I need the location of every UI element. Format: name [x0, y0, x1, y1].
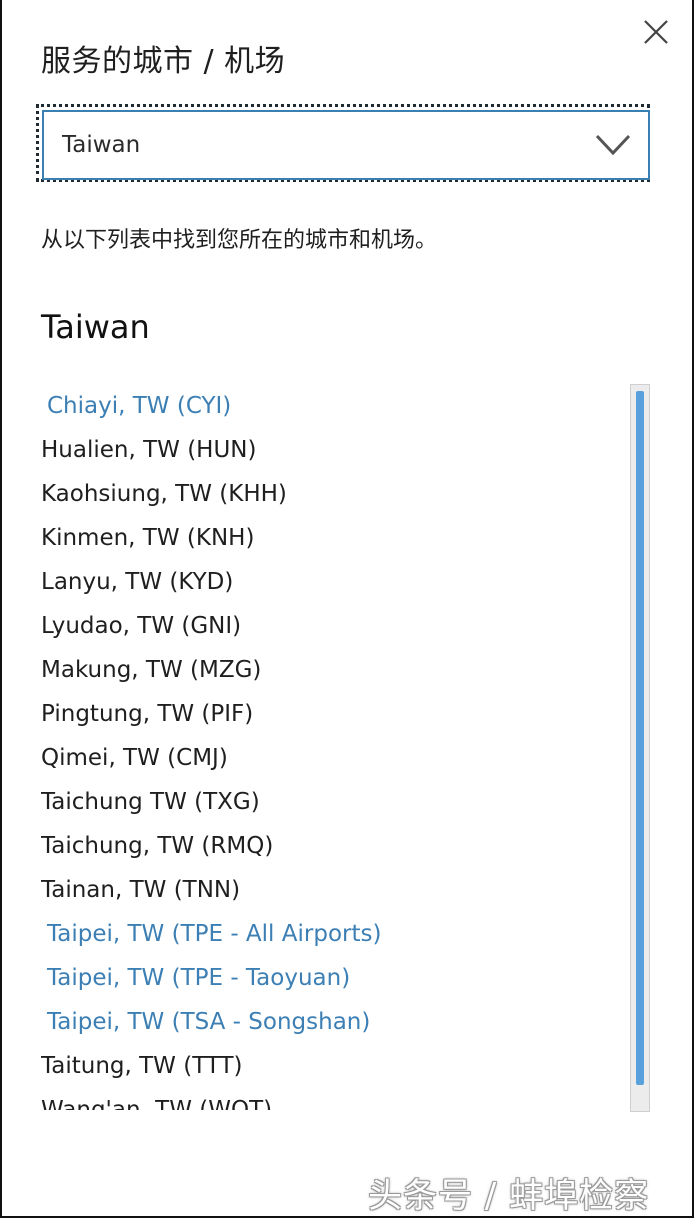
airport-list-item: Taichung, TW (RMQ): [41, 833, 274, 859]
hint-text: 从以下列表中找到您所在的城市和机场。: [41, 228, 438, 253]
airport-list-item: Kinmen, TW (KNH): [41, 525, 255, 551]
airport-list-item: Taichung TW (TXG): [41, 789, 260, 815]
scrollbar-thumb[interactable]: [636, 391, 644, 1085]
airport-list-item: Hualien, TW (HUN): [41, 437, 257, 463]
chevron-down-icon: [595, 134, 631, 156]
airport-list-item: Kaohsiung, TW (KHH): [41, 481, 287, 507]
watermark: 头条号 / 蚌埠检察: [368, 1176, 650, 1216]
country-select[interactable]: Taiwan: [42, 110, 650, 180]
airport-list-item: Makung, TW (MZG): [41, 657, 262, 683]
airport-list-item[interactable]: Taipei, TW (TPE - All Airports): [41, 912, 601, 956]
airport-list-viewport: Chiayi, TW (CYI) Hualien, TW (HUN) Kaohsiu…: [41, 384, 601, 1110]
airport-list-item: Lanyu, TW (KYD): [41, 569, 234, 595]
airport-list-item: Lyudao, TW (GNI): [41, 613, 242, 639]
close-icon: [644, 20, 668, 44]
airport-list-item[interactable]: Chiayi, TW (CYI): [41, 384, 601, 428]
close-button[interactable]: [640, 16, 672, 48]
airport-list-item: Pingtung, TW (PIF): [41, 701, 254, 727]
airport-list-item[interactable]: Taipei, TW (TPE - Taoyuan): [41, 956, 601, 1000]
airport-list: Chiayi, TW (CYI) Hualien, TW (HUN) Kaohsiu…: [41, 384, 601, 1110]
airport-list-item: Wang'an, TW (WOT): [41, 1097, 273, 1110]
airport-list-item: Qimei, TW (CMJ): [41, 745, 228, 771]
airport-list-item[interactable]: Taipei, TW (TSA - Songshan): [41, 1000, 601, 1044]
country-select-value: Taiwan: [62, 132, 141, 158]
scrollbar-track[interactable]: [630, 384, 650, 1112]
airport-list-item: Taitung, TW (TTT): [41, 1053, 243, 1079]
airport-list-item: Tainan, TW (TNN): [41, 877, 241, 903]
dialog-title: 服务的城市 / 机场: [41, 44, 286, 79]
section-title: Taiwan: [41, 308, 150, 346]
